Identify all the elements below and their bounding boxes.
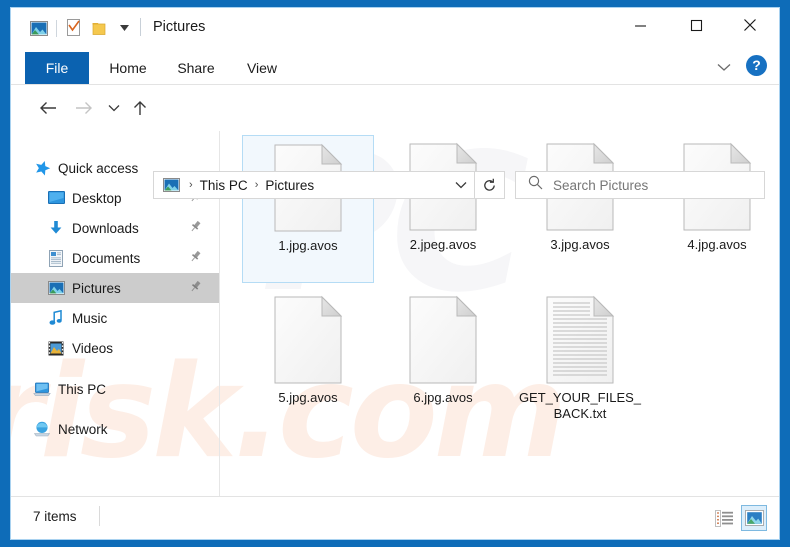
title-separator	[140, 18, 141, 36]
file-explorer-window: PC risk.com Pictures File Home Share Vie…	[10, 7, 780, 540]
sidebar-item-downloads[interactable]: Downloads	[11, 213, 219, 243]
qat-separator-1	[56, 19, 57, 37]
file-name-label: GET_YOUR_FILES_BACK.txt	[518, 390, 642, 421]
sidebar-item-network[interactable]: Network	[11, 414, 219, 444]
up-button[interactable]	[127, 95, 153, 121]
file-item-5[interactable]: 5.jpg.avos	[242, 288, 374, 436]
desktop-background: PC risk.com Pictures File Home Share Vie…	[0, 0, 790, 547]
sidebar-item-pictures[interactable]: Pictures	[11, 273, 219, 303]
breadcrumb-separator-0: ›	[189, 179, 193, 191]
sidebar-item-label: Documents	[72, 250, 141, 266]
file-item-6[interactable]: 6.jpg.avos	[377, 288, 509, 436]
this-pc-icon	[33, 380, 51, 398]
pictures-icon	[47, 279, 65, 297]
search-icon	[528, 175, 543, 195]
sidebar-item-label: Videos	[72, 340, 114, 356]
customize-dropdown-icon[interactable]	[114, 18, 134, 38]
pin-icon[interactable]	[189, 280, 203, 294]
close-button[interactable]	[727, 8, 773, 42]
star-icon	[33, 159, 51, 177]
pictures-folder-icon	[162, 176, 180, 194]
tab-home[interactable]: Home	[97, 52, 159, 84]
details-view-button[interactable]	[711, 505, 737, 531]
file-item-2[interactable]: 2.jpeg.avos	[377, 135, 509, 283]
tab-share[interactable]: Share	[165, 52, 227, 84]
sidebar-item-label: Desktop	[72, 190, 122, 206]
file-item-1[interactable]: 1.jpg.avos	[242, 135, 374, 283]
search-box[interactable]: Search Pictures	[515, 171, 765, 199]
properties-icon[interactable]	[64, 18, 84, 38]
breadcrumb-this-pc[interactable]: This PC	[198, 178, 250, 193]
chevron-down-icon[interactable]	[713, 56, 735, 78]
file-name-label: 5.jpg.avos	[278, 390, 338, 405]
file-item-7[interactable]: GET_YOUR_FILES_BACK.txt	[514, 288, 646, 446]
file-item-4[interactable]: 4.jpg.avos	[651, 135, 779, 283]
download-icon	[47, 219, 65, 237]
address-bar[interactable]: › This PC › Pictures	[153, 171, 475, 199]
maximize-button[interactable]	[673, 8, 719, 42]
minimize-button[interactable]	[617, 8, 663, 42]
pin-icon[interactable]	[189, 250, 203, 264]
help-button[interactable]: ?	[746, 55, 767, 76]
video-icon	[47, 339, 65, 357]
item-count-label: 7 items	[33, 509, 77, 524]
sidebar-item-label: Downloads	[72, 220, 139, 236]
sidebar-item-videos[interactable]: Videos	[11, 333, 219, 363]
network-icon	[33, 420, 51, 438]
status-bar: 7 items	[11, 496, 779, 539]
text-file-icon	[546, 295, 615, 384]
sidebar-item-label: Music	[72, 310, 108, 326]
status-separator	[99, 506, 100, 526]
sidebar-item-label: This PC	[58, 381, 107, 397]
desktop-icon	[47, 189, 65, 207]
new-folder-icon[interactable]	[90, 18, 110, 38]
breadcrumb-pictures[interactable]: Pictures	[263, 178, 316, 193]
document-icon	[47, 249, 65, 267]
forward-button[interactable]	[71, 95, 97, 121]
file-item-3[interactable]: 3.jpg.avos	[514, 135, 646, 283]
blank-file-icon	[409, 295, 478, 384]
music-icon	[47, 309, 65, 327]
file-name-label: 6.jpg.avos	[413, 390, 473, 405]
sidebar-item-this-pc[interactable]: This PC	[11, 374, 219, 404]
refresh-button[interactable]	[475, 171, 505, 199]
tab-file[interactable]: File	[25, 52, 89, 84]
address-dropdown-icon[interactable]	[448, 172, 474, 198]
ribbon-tab-bar: File Home Share View ?	[11, 46, 779, 85]
file-name-label: 2.jpeg.avos	[409, 237, 477, 252]
tab-view[interactable]: View	[233, 52, 291, 84]
pictures-icon[interactable]	[29, 18, 49, 38]
back-button[interactable]	[35, 95, 61, 121]
file-name-label: 3.jpg.avos	[550, 237, 610, 252]
quick-access-toolbar	[29, 17, 134, 39]
sidebar-item-documents[interactable]: Documents	[11, 243, 219, 273]
file-name-label: 1.jpg.avos	[278, 238, 338, 253]
blank-file-icon	[274, 295, 343, 384]
sidebar-item-music[interactable]: Music	[11, 303, 219, 333]
sidebar-item-label: Pictures	[72, 280, 121, 296]
file-name-label: 4.jpg.avos	[687, 237, 747, 252]
sidebar-item-label: Quick access	[58, 160, 139, 176]
navigation-bar: › This PC › Pictures Search Pictures	[11, 85, 779, 199]
breadcrumb-separator-1: ›	[254, 179, 259, 191]
recent-locations-button[interactable]	[101, 95, 127, 121]
search-input[interactable]: Search Pictures	[553, 178, 648, 193]
window-title: Pictures	[153, 19, 206, 35]
title-bar: Pictures	[11, 8, 779, 46]
pin-icon[interactable]	[189, 220, 203, 234]
large-icons-view-button[interactable]	[741, 505, 767, 531]
sidebar-item-label: Network	[58, 421, 108, 437]
